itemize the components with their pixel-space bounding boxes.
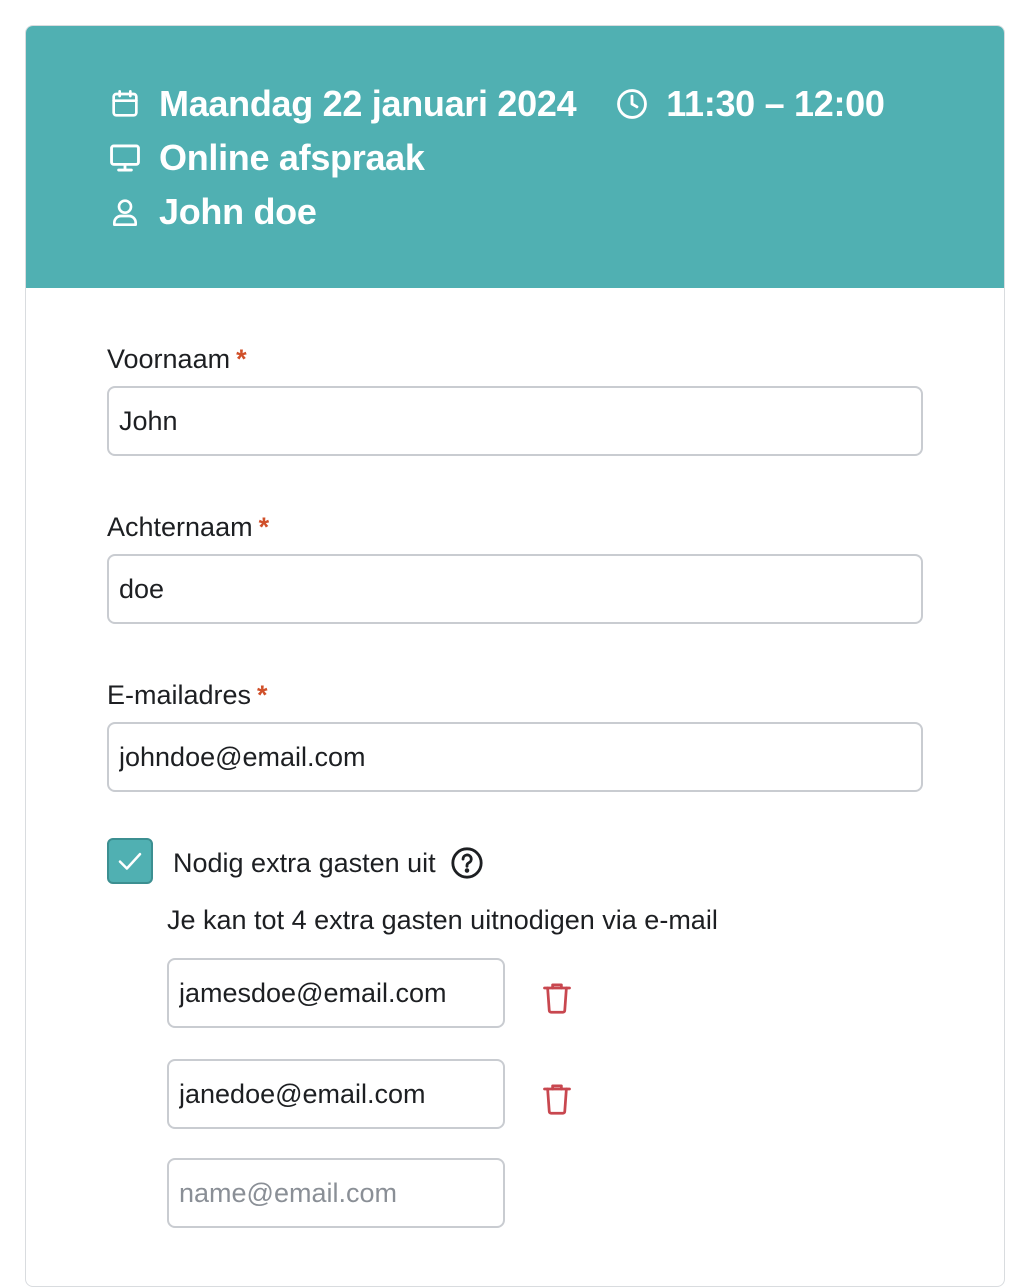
invite-guests-label-text: Nodig extra gasten uit [173,848,436,878]
new-guest-email-input[interactable] [167,1158,505,1228]
last-name-label: Achternaam * [107,510,269,544]
email-label: E-mailadres * [107,678,268,712]
appointment-time: 11:30 – 12:00 [666,83,885,124]
first-name-label-text: Voornaam [107,344,231,374]
appointment-person: John doe [159,191,317,232]
delete-guest-button[interactable] [540,1081,574,1117]
delete-guest-button[interactable] [540,980,574,1016]
required-marker: * [257,680,268,710]
time-group: 11:30 – 12:00 [614,82,885,126]
appointment-date: Maandag 22 januari 2024 [159,83,577,124]
invite-guests-label[interactable]: Nodig extra gasten uit [173,846,484,880]
trash-icon [543,983,571,1014]
email-input[interactable] [107,722,923,792]
invite-guests-checkbox[interactable] [107,838,153,884]
required-marker: * [236,344,247,374]
guests-hint: Je kan tot 4 extra gasten uitnodigen via… [167,905,718,935]
appointment-location: Online afspraak [159,137,425,178]
last-name-label-text: Achternaam [107,512,253,542]
email-label-text: E-mailadres [107,680,252,710]
check-icon [118,852,142,870]
appointment-card: Maandag 22 januari 2024 11:30 – 12:00 On… [25,25,1005,1287]
monitor-icon [107,140,143,176]
guest-email-input[interactable] [167,958,505,1028]
first-name-input[interactable] [107,386,923,456]
first-name-label: Voornaam * [107,342,247,376]
required-marker: * [258,512,270,542]
date-time-row: Maandag 22 januari 2024 11:30 – 12:00 [107,82,885,126]
calendar-icon [107,86,143,122]
guest-email-input[interactable] [167,1059,505,1129]
help-icon[interactable] [450,846,484,880]
last-name-input[interactable] [107,554,923,624]
appointment-header: Maandag 22 januari 2024 11:30 – 12:00 On… [26,26,1004,288]
trash-icon [543,1084,571,1115]
person-row: John doe [107,190,317,234]
location-row: Online afspraak [107,136,425,180]
clock-icon [614,86,650,122]
user-icon [107,194,143,230]
